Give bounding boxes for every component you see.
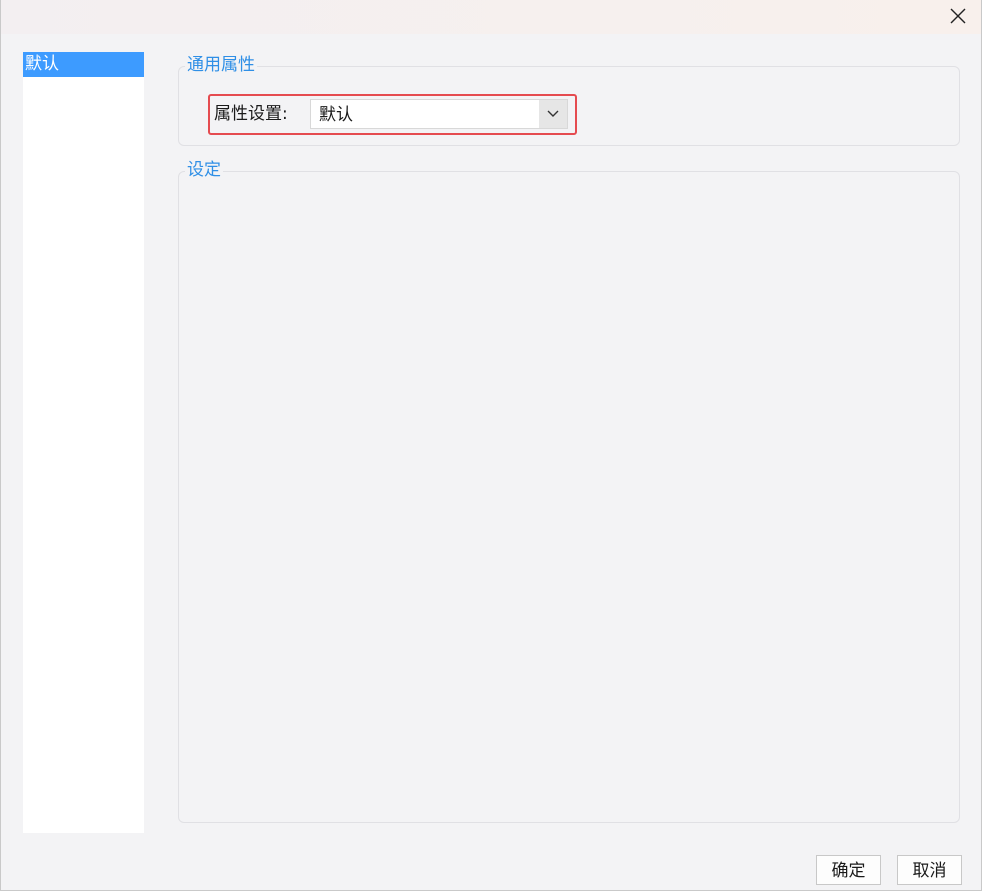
- config-list: 默认: [23, 52, 144, 833]
- property-dialog: 默认 通用属性 属性设置: 默认 设定 确定 取消: [0, 0, 982, 891]
- ok-button[interactable]: 确定: [816, 855, 881, 885]
- cancel-button[interactable]: 取消: [897, 855, 962, 885]
- chevron-down-icon: [547, 110, 559, 117]
- property-setting-select[interactable]: 默认: [310, 99, 568, 129]
- settings-title: 设定: [185, 158, 223, 182]
- close-icon: [950, 8, 966, 24]
- general-properties-title: 通用属性: [185, 53, 257, 77]
- close-button[interactable]: [935, 0, 981, 32]
- property-setting-row: 属性设置: 默认: [208, 94, 577, 135]
- settings-group: 设定: [178, 158, 960, 823]
- property-setting-value: 默认: [319, 105, 353, 125]
- dropdown-button[interactable]: [539, 100, 567, 128]
- title-bar: [1, 0, 981, 34]
- list-item-default[interactable]: 默认: [23, 52, 144, 77]
- property-setting-label: 属性设置:: [214, 104, 288, 124]
